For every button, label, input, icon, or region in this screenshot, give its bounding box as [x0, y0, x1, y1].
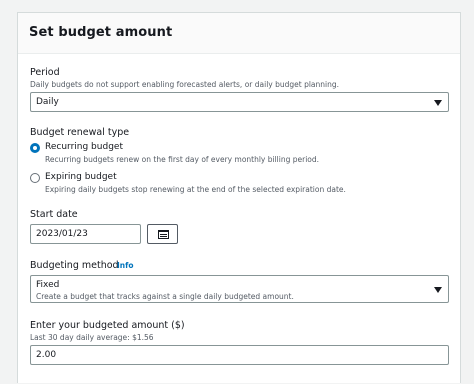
expiring-budget-label[interactable]: Expiring budget	[45, 172, 117, 182]
info-link[interactable]: Info	[117, 261, 134, 270]
panel-header: Set budget amount	[18, 13, 460, 54]
set-budget-amount-panel: Set budget amount Period Daily budgets d…	[17, 12, 461, 383]
period-selected-value: Daily	[36, 97, 59, 107]
caret-down-icon	[434, 100, 442, 106]
expiring-budget-radio[interactable]	[30, 173, 40, 183]
budgeted-amount-value: 2.00	[36, 350, 57, 360]
budgeting-method-selected-description: Create a budget that tracks against a si…	[36, 292, 294, 301]
budgeting-method-select[interactable]: Fixed Create a budget that tracks agains…	[30, 275, 449, 303]
renewal-type-label: Budget renewal type	[30, 127, 130, 138]
budgeted-amount-hint: Last 30 day daily average: $1.56	[30, 333, 154, 342]
start-date-value: 2023/01/23	[36, 229, 88, 239]
start-date-input[interactable]: 2023/01/23	[30, 224, 141, 244]
budgeted-amount-input[interactable]: 2.00	[30, 345, 449, 365]
recurring-budget-label[interactable]: Recurring budget	[45, 142, 123, 152]
budgeting-method-label: Budgeting method	[30, 260, 119, 271]
period-select[interactable]: Daily	[30, 92, 449, 112]
period-label: Period	[30, 67, 60, 78]
budgeting-method-selected-value: Fixed	[36, 280, 60, 290]
caret-down-icon	[434, 287, 442, 293]
start-date-label: Start date	[30, 209, 78, 220]
recurring-budget-radio[interactable]	[30, 143, 40, 153]
budgeted-amount-label: Enter your budgeted amount ($)	[30, 320, 185, 331]
recurring-budget-description: Recurring budgets renew on the first day…	[45, 155, 320, 164]
period-description: Daily budgets do not support enabling fo…	[30, 80, 340, 89]
expiring-budget-description: Expiring daily budgets stop renewing at …	[45, 185, 346, 194]
panel-title: Set budget amount	[29, 25, 173, 40]
calendar-button[interactable]	[147, 224, 178, 244]
calendar-icon	[158, 230, 169, 239]
